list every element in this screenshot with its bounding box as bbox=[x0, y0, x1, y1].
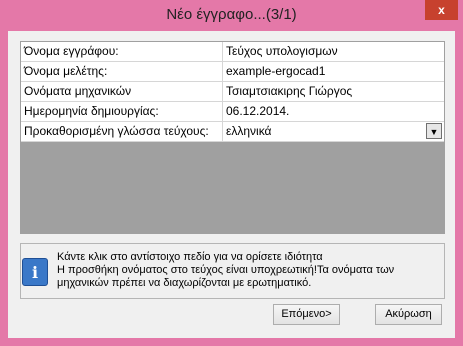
property-row-creation-date[interactable]: Ημερομηνία δημιουργίας: 06.12.2014. bbox=[21, 102, 444, 122]
property-label: Ονόματα μηχανικών bbox=[21, 82, 223, 101]
dialog-body: Όνομα εγγράφου: Τεύχος υπολογισμων Όνομα… bbox=[8, 31, 455, 338]
property-value-creation-date[interactable]: 06.12.2014. bbox=[223, 102, 444, 121]
property-row-document-name[interactable]: Όνομα εγγράφου: Τεύχος υπολογισμων bbox=[21, 42, 444, 62]
info-line: Η προσθήκη ονόματος στο τεύχος είναι υπο… bbox=[57, 264, 395, 276]
next-button[interactable]: Επόμενο> bbox=[273, 304, 340, 325]
property-row-project-name[interactable]: Όνομα μελέτης: example-ergocad1 bbox=[21, 62, 444, 82]
info-icon: i bbox=[22, 258, 48, 286]
dialog-window: Νέο έγγραφο...(3/1) x Όνομα εγγράφου: Τε… bbox=[0, 0, 463, 346]
close-icon: x bbox=[438, 3, 445, 17]
property-row-engineer-names[interactable]: Ονόματα μηχανικών Τσιαμτσιακιρης Γιώργος bbox=[21, 82, 444, 102]
cancel-button[interactable]: Ακύρωση bbox=[375, 304, 442, 325]
window-title: Νέο έγγραφο...(3/1) bbox=[166, 6, 297, 23]
close-button[interactable]: x bbox=[425, 0, 458, 20]
property-row-default-language[interactable]: Προκαθορισμένη γλώσσα τεύχους: ελληνικά … bbox=[21, 122, 444, 142]
property-label: Όνομα εγγράφου: bbox=[21, 42, 223, 61]
language-select[interactable]: ελληνικά bbox=[223, 122, 444, 141]
property-label: Όνομα μελέτης: bbox=[21, 62, 223, 81]
property-value-document-name[interactable]: Τεύχος υπολογισμων bbox=[223, 42, 444, 61]
property-label: Ημερομηνία δημιουργίας: bbox=[21, 102, 223, 121]
property-label: Προκαθορισμένη γλώσσα τεύχους: bbox=[21, 122, 223, 141]
property-value-engineer-names[interactable]: Τσιαμτσιακιρης Γιώργος bbox=[223, 82, 444, 101]
info-line: μηχανικών πρέπει να διαχωρίζονται με ερω… bbox=[57, 277, 312, 289]
info-line: Κάντε κλικ στο αντίστοιχο πεδίο για να ο… bbox=[57, 251, 323, 263]
info-panel: i Κάντε κλικ στο αντίστοιχο πεδίο για να… bbox=[20, 243, 445, 299]
dropdown-arrow-button[interactable]: ▼ bbox=[426, 123, 442, 139]
title-bar[interactable]: Νέο έγγραφο...(3/1) x bbox=[0, 0, 463, 31]
property-value-project-name[interactable]: example-ergocad1 bbox=[223, 62, 444, 81]
chevron-down-icon: ▼ bbox=[429, 127, 439, 137]
property-grid: Όνομα εγγράφου: Τεύχος υπολογισμων Όνομα… bbox=[20, 41, 445, 234]
info-text: Κάντε κλικ στο αντίστοιχο πεδίο για να ο… bbox=[57, 251, 437, 290]
